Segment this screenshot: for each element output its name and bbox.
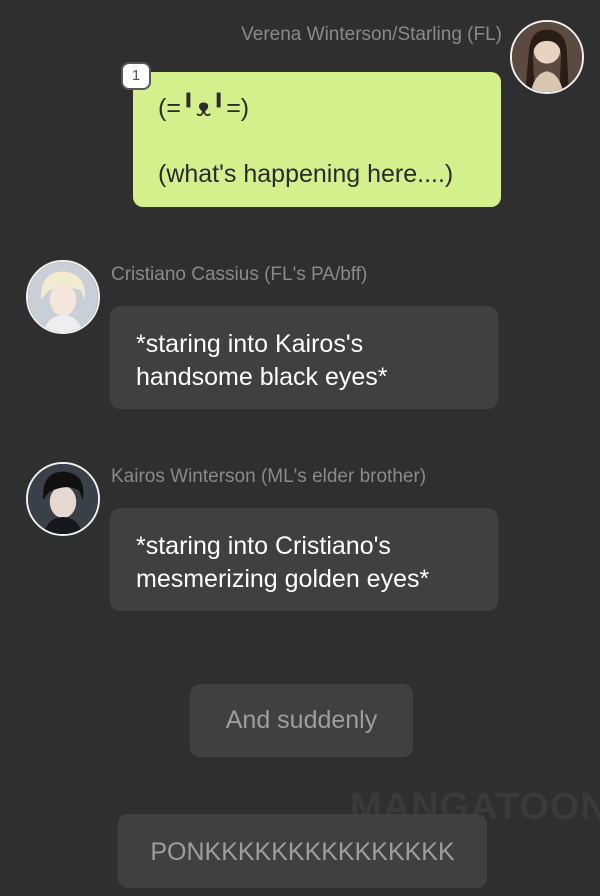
sender-name-verena: Verena Winterson/Starling (FL): [241, 24, 502, 45]
narration-bubble[interactable]: And suddenly: [190, 684, 413, 757]
message-text-cristiano: *staring into Kairos's handsome black ey…: [136, 330, 388, 391]
message-count-badge: 1: [121, 62, 151, 90]
sender-name-cristiano: Cristiano Cassius (FL's PA/bff): [111, 264, 368, 285]
avatar-kairos[interactable]: [26, 462, 100, 536]
message-bubble-verena[interactable]: (=╹ᴥ╹=) (what's happening here....): [133, 72, 501, 207]
avatar-verena[interactable]: [510, 20, 584, 94]
avatar-verena-image: [512, 22, 582, 92]
message-bubble-cristiano[interactable]: *staring into Kairos's handsome black ey…: [110, 306, 498, 409]
avatar-kairos-image: [28, 464, 98, 534]
message-bubble-kairos[interactable]: *staring into Cristiano's mesmerizing go…: [110, 508, 498, 611]
message-text-verena: (=╹ᴥ╹=) (what's happening here....): [158, 94, 454, 188]
message-text-kairos: *staring into Cristiano's mesmerizing go…: [136, 532, 430, 593]
narration-bubble[interactable]: PONKKKKKKKKKKKKKKK: [118, 814, 487, 888]
avatar-cristiano[interactable]: [26, 260, 100, 334]
sender-name-kairos: Kairos Winterson (ML's elder brother): [111, 466, 427, 487]
avatar-cristiano-image: [28, 262, 98, 332]
